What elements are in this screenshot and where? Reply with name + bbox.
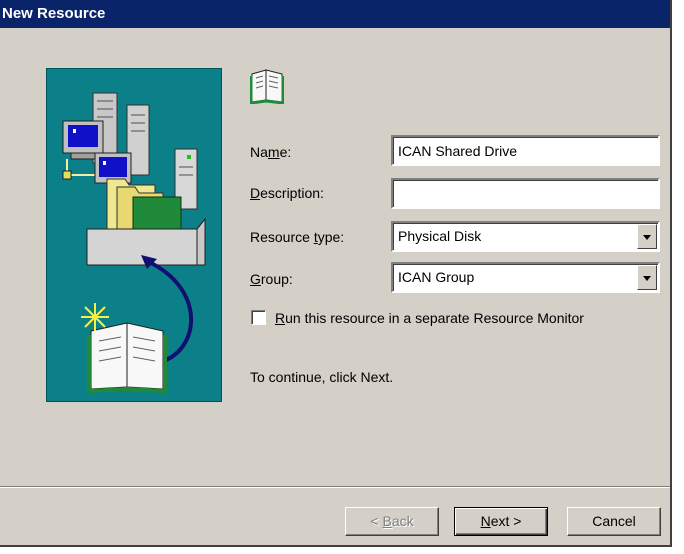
resource-type-value: Physical Disk <box>398 228 482 244</box>
button-separator <box>0 486 670 488</box>
resource-book-icon <box>250 69 284 104</box>
new-resource-dialog: New Resource Name: ICAN Shared Drive Des… <box>0 0 672 547</box>
chevron-down-icon <box>643 276 651 281</box>
next-button[interactable]: Next > <box>454 507 548 536</box>
cancel-button[interactable]: Cancel <box>567 507 661 536</box>
wizard-illustration <box>46 68 222 402</box>
group-dropdown-button[interactable] <box>637 265 657 290</box>
group-label: Group: <box>250 271 293 287</box>
resource-type-label: Resource type: <box>250 229 345 245</box>
window-title: New Resource <box>2 5 106 22</box>
description-label: Description: <box>250 185 324 201</box>
separate-monitor-checkbox[interactable] <box>251 310 266 325</box>
resource-type-dropdown-button[interactable] <box>637 224 657 249</box>
resource-type-select[interactable]: Physical Disk <box>391 221 660 252</box>
name-input[interactable] <box>395 139 638 162</box>
description-field[interactable] <box>391 178 660 209</box>
back-button[interactable]: < Back <box>345 507 439 536</box>
name-field[interactable] <box>391 135 660 166</box>
description-input[interactable] <box>395 182 638 205</box>
title-bar: New Resource <box>0 0 670 28</box>
group-select[interactable]: ICAN Group <box>391 262 660 293</box>
chevron-down-icon <box>643 235 651 240</box>
name-label: Name: <box>250 144 292 160</box>
group-value: ICAN Group <box>398 269 475 285</box>
separate-monitor-label[interactable]: Run this resource in a separate Resource… <box>275 308 584 328</box>
continue-hint: To continue, click Next. <box>250 369 394 385</box>
server-folder-book-icon <box>62 92 206 394</box>
